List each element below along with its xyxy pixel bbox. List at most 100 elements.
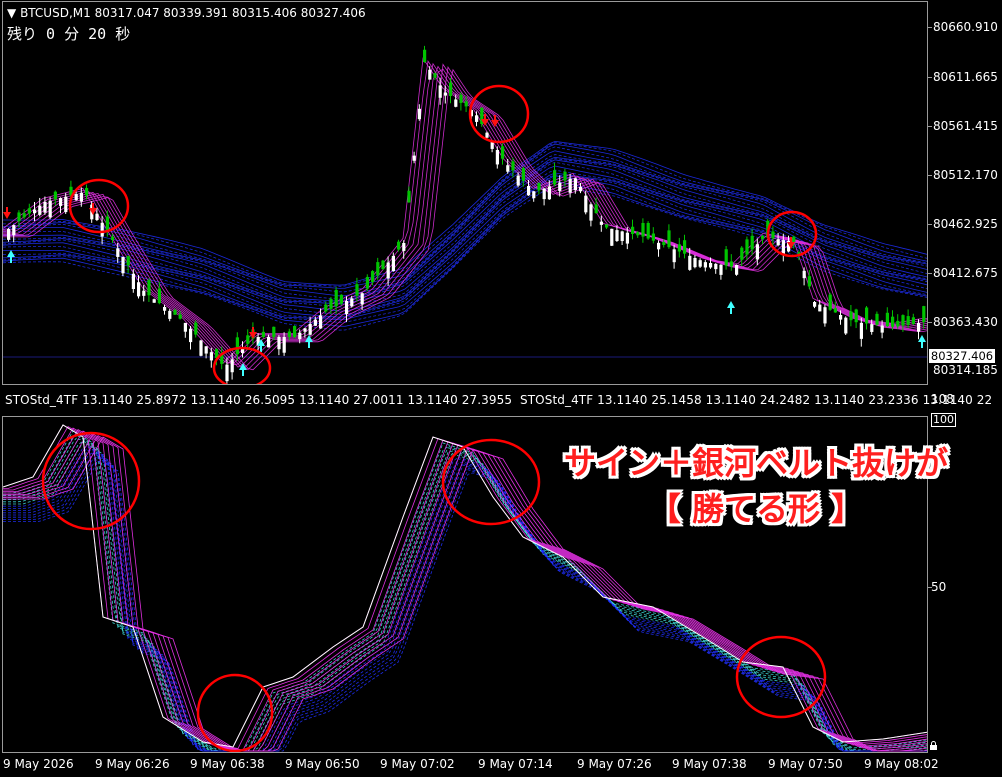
time-label: 9 May 06:50 bbox=[285, 757, 360, 771]
candle-body bbox=[173, 309, 177, 315]
candle-body bbox=[407, 190, 411, 203]
candle-body bbox=[189, 328, 193, 343]
candle-body bbox=[74, 194, 78, 201]
candle-body bbox=[501, 146, 505, 159]
candle-body bbox=[85, 187, 89, 196]
candle-body bbox=[646, 222, 650, 239]
galaxy-belt-line bbox=[3, 184, 927, 331]
ohlc-values: 80317.047 80339.391 80315.406 80327.406 bbox=[94, 6, 366, 20]
candle-body bbox=[558, 182, 562, 191]
candle-body bbox=[859, 322, 863, 339]
candle-body bbox=[755, 244, 759, 260]
candle-body bbox=[334, 289, 338, 307]
candle-body bbox=[464, 101, 468, 107]
candle-body bbox=[116, 248, 120, 257]
candle-body bbox=[792, 236, 796, 242]
candle-body bbox=[17, 212, 21, 222]
galaxy-belt-line bbox=[3, 161, 927, 308]
time-label: 9 May 07:50 bbox=[768, 757, 843, 771]
candle-body bbox=[412, 155, 416, 161]
lock-icon[interactable] bbox=[929, 741, 938, 750]
candle-body bbox=[230, 359, 234, 373]
price-tick bbox=[928, 126, 932, 127]
candle-body bbox=[568, 178, 572, 193]
candle-body bbox=[33, 209, 37, 214]
candle-body bbox=[901, 315, 905, 326]
candle-body bbox=[152, 299, 156, 303]
candle-body bbox=[761, 235, 765, 239]
price-label: 80314.185 bbox=[933, 363, 998, 377]
candle-body bbox=[194, 322, 198, 335]
candle-body bbox=[527, 186, 531, 196]
price-tick bbox=[928, 322, 932, 323]
candle-body bbox=[449, 82, 453, 96]
candle-body bbox=[64, 196, 68, 213]
candle-body bbox=[443, 92, 447, 96]
candle-body bbox=[137, 282, 141, 297]
candle-body bbox=[433, 73, 437, 78]
candle-body bbox=[631, 226, 635, 234]
candle-body bbox=[703, 262, 707, 268]
highlight-circle bbox=[68, 178, 130, 234]
candle-body bbox=[605, 224, 609, 228]
galaxy-belt-line bbox=[3, 143, 927, 289]
indicator-values-2: STOStd_4TF 13.1140 25.1458 13.1140 24.24… bbox=[520, 393, 993, 407]
highlight-circle bbox=[468, 84, 530, 144]
price-label: 80363.430 bbox=[933, 315, 998, 329]
scale-label-108: 108 bbox=[931, 392, 954, 406]
candle-body bbox=[79, 192, 83, 202]
buy-arrow-icon bbox=[239, 363, 247, 376]
candle-body bbox=[402, 243, 406, 251]
candle-body bbox=[620, 231, 624, 242]
candle-body bbox=[781, 240, 785, 255]
highlight-circle bbox=[441, 438, 541, 526]
candle-body bbox=[677, 244, 681, 252]
candle-body bbox=[922, 306, 926, 323]
chart-menu-icon[interactable]: ▼ bbox=[7, 6, 16, 20]
candle-body bbox=[12, 225, 16, 236]
indicator-header: STOStd_4TF 13.1140 25.8972 13.1140 26.50… bbox=[5, 393, 996, 407]
candle-body bbox=[709, 263, 713, 268]
candle-body bbox=[771, 231, 775, 239]
price-label: 80561.415 bbox=[933, 119, 998, 133]
annotation-line-2: 【 勝てる形 】 bbox=[648, 490, 864, 528]
candle-body bbox=[475, 115, 479, 122]
candle-body bbox=[724, 249, 728, 266]
candle-body bbox=[641, 222, 645, 237]
time-axis[interactable]: 9 May 2026 9 May 06:26 9 May 06:38 9 May… bbox=[0, 755, 939, 777]
candle-body bbox=[376, 262, 380, 276]
buy-arrow-icon bbox=[305, 335, 313, 348]
candle-body bbox=[636, 232, 640, 236]
candle-body bbox=[683, 240, 687, 254]
price-tick bbox=[928, 77, 932, 78]
candle-body bbox=[516, 175, 520, 186]
candle-body bbox=[880, 325, 884, 333]
candle-body bbox=[95, 213, 99, 221]
candle-body bbox=[688, 255, 692, 270]
candle-body bbox=[350, 298, 354, 307]
galaxy-belt-line bbox=[3, 150, 927, 297]
candle-body bbox=[807, 276, 811, 287]
price-chart-panel[interactable]: ▼ BTCUSD,M1 80317.047 80339.391 80315.40… bbox=[2, 1, 928, 385]
price-scale[interactable]: 80660.910 80611.665 80561.415 80512.170 … bbox=[928, 0, 1002, 388]
candle-body bbox=[168, 310, 172, 319]
candle-body bbox=[589, 204, 593, 221]
candle-body bbox=[261, 331, 265, 337]
time-label: 9 May 2026 bbox=[3, 757, 74, 771]
candle-body bbox=[308, 324, 312, 335]
candle-body bbox=[870, 324, 874, 332]
candle-body bbox=[360, 293, 364, 305]
price-label: 80660.910 bbox=[933, 20, 998, 34]
candle-body bbox=[27, 208, 31, 214]
candle-body bbox=[131, 273, 135, 290]
time-label: 9 May 06:38 bbox=[190, 757, 265, 771]
candle-body bbox=[615, 230, 619, 242]
candle-body bbox=[750, 235, 754, 250]
candle-body bbox=[823, 307, 827, 324]
candle-body bbox=[911, 317, 915, 324]
candle-body bbox=[126, 256, 130, 266]
sine-ribbon-line bbox=[3, 68, 927, 371]
candle-body bbox=[553, 170, 557, 185]
galaxy-belt-line bbox=[3, 159, 927, 305]
candle-body bbox=[7, 229, 11, 240]
